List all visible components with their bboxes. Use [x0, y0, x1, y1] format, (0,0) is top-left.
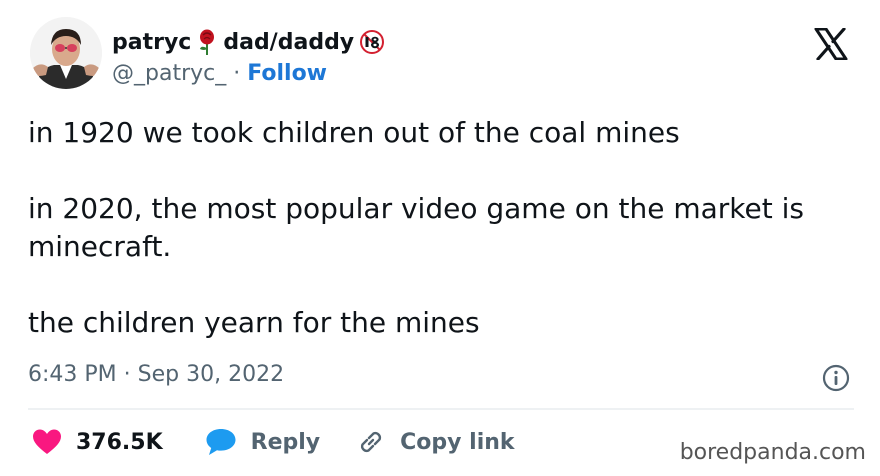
tweet-date: Sep 30, 2022	[137, 362, 285, 387]
reply-bubble-icon	[206, 429, 236, 455]
author-name[interactable]: patryc	[112, 30, 191, 55]
reply-button[interactable]: Reply	[205, 427, 321, 457]
tweet-line-1: in 1920 we took children out of the coal…	[28, 116, 680, 149]
tweet-line-2: in 2020, the most popular video game on …	[28, 192, 804, 263]
like-button[interactable]: 376.5K	[32, 428, 163, 456]
watermark: boredpanda.com	[679, 440, 866, 465]
avatar[interactable]	[30, 17, 102, 89]
tweet-line-3: the children yearn for the mines	[28, 306, 480, 339]
x-logo-icon[interactable]	[814, 28, 848, 60]
reply-label: Reply	[250, 429, 321, 455]
action-bar: 376.5K Reply Copy link	[32, 424, 515, 460]
heart-icon	[33, 429, 61, 454]
author-handle[interactable]: @_patryc_	[112, 61, 226, 86]
link-icon	[361, 431, 382, 453]
copy-link-label: Copy link	[400, 429, 515, 455]
author-suffix: dad/daddy	[223, 29, 355, 55]
tweet-text: in 1920 we took children out of the coal…	[28, 114, 848, 342]
copy-link-button[interactable]: Copy link	[356, 427, 515, 457]
handle-row: @_patryc_ · Follow	[112, 61, 327, 86]
info-icon[interactable]	[822, 364, 850, 392]
separator: ·	[233, 61, 241, 86]
divider	[28, 408, 854, 410]
rose-emoji-icon	[200, 29, 215, 55]
tweet-timestamp[interactable]: 6:43 PM · Sep 30, 2022	[28, 362, 284, 387]
timestamp-separator: ·	[123, 362, 131, 387]
author-name-row[interactable]: patryc dad/daddy	[112, 28, 385, 56]
like-count: 376.5K	[76, 429, 163, 455]
follow-button[interactable]: Follow	[247, 61, 327, 86]
avatar-image	[30, 17, 102, 89]
age-18-icon	[360, 30, 385, 54]
tweet-time: 6:43 PM	[28, 362, 117, 387]
